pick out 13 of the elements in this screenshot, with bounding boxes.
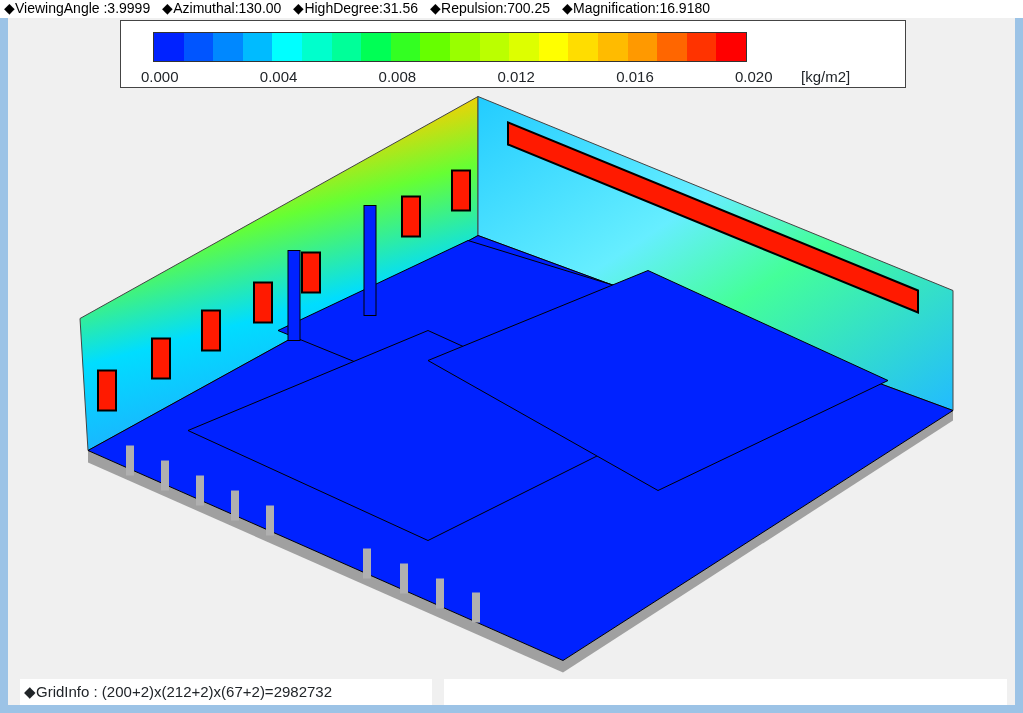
grid-info-text: ◆GridInfo : (200+2)x(212+2)x(67+2)=2982732 [20, 679, 432, 705]
tick-label: 0.020 [735, 67, 773, 87]
tick-label: 0.012 [497, 67, 535, 87]
unit-label: [kg/m2] [801, 67, 851, 87]
tick-label: 0.016 [616, 67, 654, 87]
parameter-label: ◆Magnification:16.9180 [562, 0, 710, 18]
parameter-label: ◆Repulsion:700.25 [430, 0, 550, 18]
tick-label: 0.004 [259, 67, 298, 87]
tick-label: 0.008 [378, 67, 417, 87]
parameter-label: ◆Azimuthal:130.00 [162, 0, 282, 18]
tick-label: 0.000 [141, 67, 179, 87]
parameter-label: ◆ViewingAngle :3.9999 [4, 0, 151, 18]
parameter-label: ◆HighDegree:31.56 [293, 0, 418, 18]
